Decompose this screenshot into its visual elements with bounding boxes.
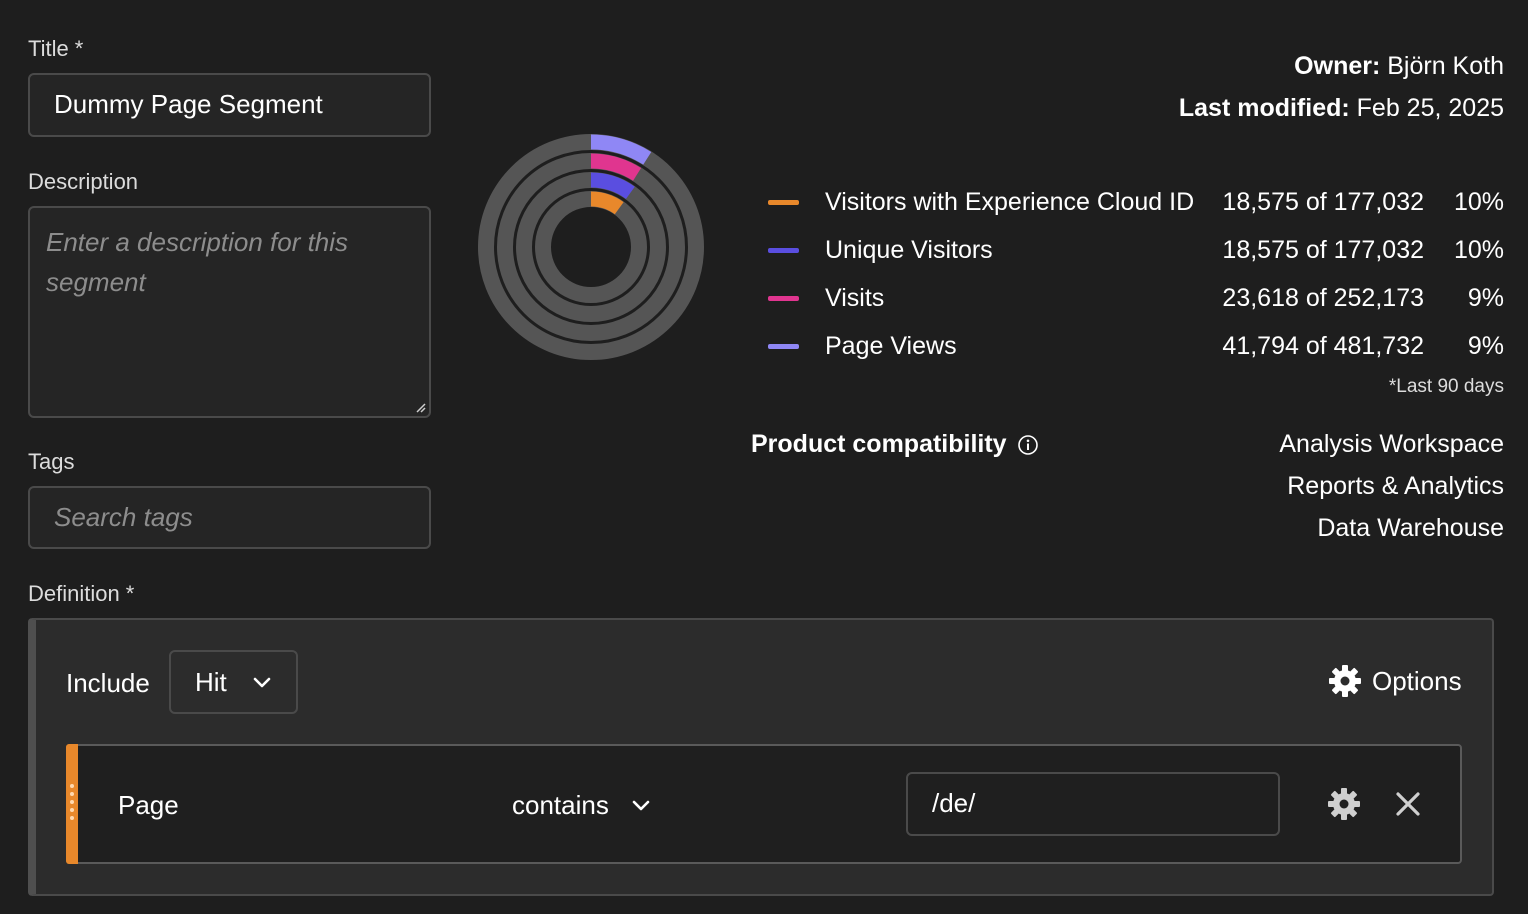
stat-row-ecid: Visitors with Experience Cloud ID 18,575… [768, 182, 1504, 222]
legend-swatch [768, 199, 799, 205]
product-compatibility-heading: Product compatibility [751, 430, 1039, 459]
description-label: Description [28, 169, 139, 194]
include-label: Include [66, 668, 150, 698]
stats-footnote: *Last 90 days [1388, 376, 1504, 397]
stat-count: 23,618 of 252,173 [1222, 283, 1424, 312]
tags-placeholder: Search tags [54, 502, 193, 532]
product-analysis-workspace: Analysis Workspace [1279, 430, 1504, 458]
title-label: Title * [28, 36, 83, 62]
info-icon[interactable] [1017, 434, 1039, 456]
modified-label: Last modified: [1178, 94, 1350, 122]
chevron-down-icon [253, 677, 271, 688]
rule-operator-value: contains [512, 790, 609, 820]
rule-operator-dropdown[interactable]: contains [512, 790, 651, 821]
chevron-down-icon [632, 800, 650, 810]
options-label: Options [1372, 665, 1462, 696]
description-textarea[interactable]: Enter a description for this segment [28, 206, 431, 418]
stat-name: Visitors with Experience Cloud ID [825, 187, 1195, 216]
required-mark: * [74, 36, 84, 61]
stat-percent: 9% [1467, 283, 1504, 312]
stat-percent: 9% [1467, 331, 1504, 360]
rule-value: /de/ [932, 788, 976, 818]
stat-percent: 10% [1453, 187, 1504, 216]
tags-search-input[interactable]: Search tags [28, 486, 431, 549]
gear-icon [1329, 665, 1361, 697]
stat-count: 18,575 of 177,032 [1222, 235, 1424, 264]
segment-rings-chart [478, 134, 704, 360]
gear-icon [1328, 788, 1360, 820]
stat-count: 41,794 of 481,732 [1222, 331, 1424, 360]
modified-value: Feb 25, 2025 [1356, 94, 1504, 122]
title-input[interactable]: Dummy Page Segment [28, 73, 431, 137]
title-label-text: Title [28, 36, 69, 61]
legend-swatch [768, 343, 799, 349]
options-button[interactable]: Options [1328, 664, 1462, 698]
rule-dimension[interactable]: Page [118, 790, 179, 821]
ring-ecid-track [535, 191, 647, 303]
required-mark: * [125, 581, 135, 606]
resize-grip-icon[interactable] [414, 401, 426, 413]
owner-line: Owner: Björn Koth [1294, 52, 1504, 81]
stat-count: 18,575 of 177,032 [1222, 187, 1424, 216]
legend-swatch [768, 247, 799, 253]
close-icon [1396, 792, 1420, 816]
description-placeholder: Enter a description for this segment [46, 227, 349, 297]
stat-row-unique-visitors: Unique Visitors 18,575 of 177,032 10% [768, 230, 1504, 270]
definition-label: Definition * [28, 581, 134, 607]
rule-settings-button[interactable] [1326, 786, 1362, 822]
rule-remove-button[interactable] [1392, 788, 1424, 820]
stat-name: Unique Visitors [825, 235, 993, 264]
title-input-value: Dummy Page Segment [54, 89, 323, 119]
drag-handle[interactable] [66, 744, 78, 864]
product-data-warehouse: Data Warehouse [1317, 514, 1504, 542]
stat-row-visits: Visits 23,618 of 252,173 9% [768, 278, 1504, 318]
owner-value: Björn Koth [1387, 52, 1504, 80]
stat-percent: 10% [1453, 235, 1504, 264]
legend-swatch [768, 295, 799, 301]
owner-label: Owner: [1294, 52, 1381, 80]
tags-label: Tags [28, 449, 75, 474]
stat-row-page-views: Page Views 41,794 of 481,732 9% [768, 326, 1504, 366]
scope-dropdown[interactable]: Hit [169, 650, 298, 714]
stat-name: Page Views [825, 331, 957, 360]
definition-label-text: Definition [28, 581, 120, 606]
rule-value-input[interactable]: /de/ [906, 772, 1280, 836]
scope-value: Hit [195, 666, 227, 697]
drag-handle-dots-icon [69, 784, 75, 824]
product-reports-analytics: Reports & Analytics [1287, 472, 1504, 500]
product-compatibility-label: Product compatibility [751, 430, 1007, 458]
stat-name: Visits [825, 283, 885, 312]
modified-line: Last modified: Feb 25, 2025 [1179, 94, 1504, 123]
